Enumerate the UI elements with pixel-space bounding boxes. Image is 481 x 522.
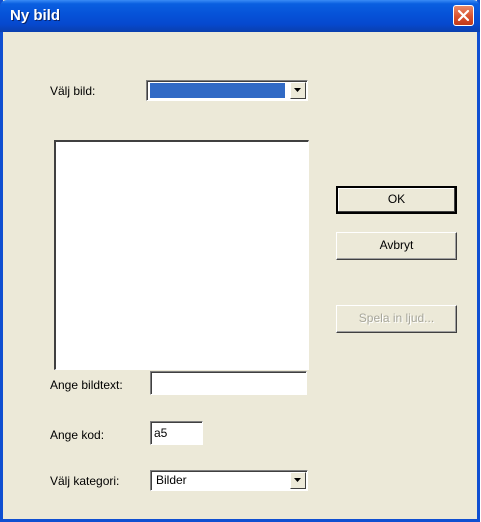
- image-select-arrow-button[interactable]: [290, 82, 306, 99]
- caption-input[interactable]: [150, 371, 307, 395]
- category-value: Bilder: [156, 473, 187, 487]
- image-select-value: [150, 83, 285, 98]
- category-dropdown[interactable]: Bilder: [150, 470, 308, 491]
- code-input[interactable]: a5: [150, 421, 203, 445]
- window-title: Ny bild: [10, 7, 61, 24]
- close-icon: [457, 9, 470, 22]
- close-button[interactable]: [453, 5, 474, 26]
- image-select-label: Välj bild:: [50, 84, 96, 98]
- image-select-dropdown[interactable]: [146, 80, 308, 101]
- chevron-down-icon: [294, 478, 301, 482]
- ok-button[interactable]: OK: [336, 186, 457, 214]
- caption-label: Ange bildtext:: [50, 378, 123, 392]
- cancel-button[interactable]: Avbryt: [336, 232, 457, 260]
- category-arrow-button[interactable]: [290, 472, 306, 489]
- category-label: Välj kategori:: [50, 474, 120, 488]
- record-sound-button[interactable]: Spela in ljud...: [336, 305, 457, 333]
- chevron-down-icon: [294, 88, 301, 92]
- image-preview: [54, 140, 309, 370]
- title-bar[interactable]: Ny bild: [0, 0, 480, 32]
- code-label: Ange kod:: [50, 428, 105, 442]
- dialog-window: Ny bild Välj bild: OK Avbryt Spela in lj…: [0, 0, 480, 522]
